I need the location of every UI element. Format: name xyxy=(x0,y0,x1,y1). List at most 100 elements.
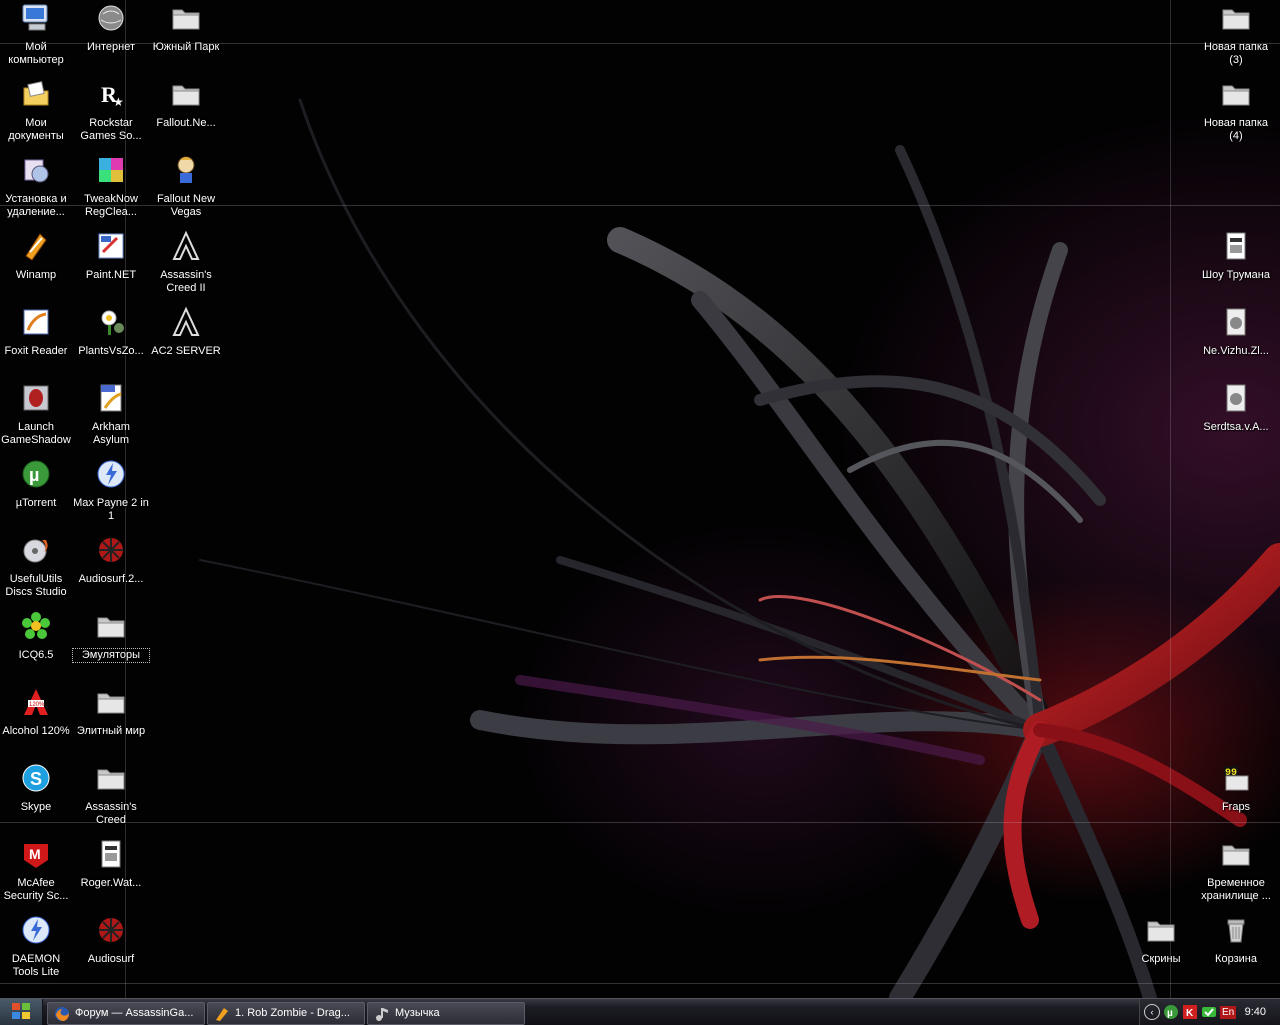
svg-text:S: S xyxy=(30,769,42,789)
utorrent-tray-icon[interactable]: µ xyxy=(1163,1004,1179,1020)
desktop-icon-skype[interactable]: S Skype xyxy=(0,760,74,832)
wallpaper xyxy=(199,98,1280,998)
desktop-icon-emulators-folder[interactable]: Эмуляторы xyxy=(72,608,150,680)
video-file-icon xyxy=(1220,230,1252,262)
desktop-icon-screenshots-folder[interactable]: Скрины xyxy=(1123,912,1199,984)
icon-label: Ne.Vizhu.Zl... xyxy=(1203,345,1269,357)
desktop-icon-utorrent[interactable]: µ µTorrent xyxy=(0,456,74,528)
desktop-icon-max-payne-2[interactable]: Max Payne 2 in 1 xyxy=(73,456,149,528)
desktop-icon-recycle-bin[interactable]: Корзина xyxy=(1198,912,1274,984)
daemon-tools-icon xyxy=(20,914,52,946)
desktop-icon-assassins-creed-folder[interactable]: Assassin's Creed xyxy=(73,760,149,832)
icon-label: µTorrent xyxy=(15,497,57,509)
assassins-creed-icon xyxy=(170,306,202,338)
assassins-creed-icon xyxy=(170,230,202,262)
desktop-icon-my-computer[interactable]: Мой компьютер xyxy=(0,0,74,72)
icon-label: DAEMON Tools Lite xyxy=(11,953,61,978)
kaspersky-tray-icon[interactable]: K xyxy=(1182,1004,1198,1020)
icon-label: Audiosurf xyxy=(87,953,135,965)
network-tray-icon[interactable] xyxy=(1201,1004,1217,1020)
desktop-icon-fraps[interactable]: 99 Fraps xyxy=(1198,760,1274,832)
desktop-icon-folder[interactable]: Южный Парк xyxy=(148,0,224,72)
desktop-icon-internet[interactable]: Интернет xyxy=(73,0,149,72)
desktop-icon-alcohol-120[interactable]: 120% Alcohol 120% xyxy=(0,684,74,756)
desktop-icon-media-file[interactable]: Ne.Vizhu.Zl... xyxy=(1198,304,1274,376)
desktop-icon-my-documents[interactable]: Мои документы xyxy=(0,76,74,148)
folder-icon xyxy=(170,2,202,34)
desktop-icon-folder[interactable]: Fallout.Ne... xyxy=(148,76,224,148)
desktop-icon-plants-vs-zombies[interactable]: PlantsVsZo... xyxy=(73,304,149,376)
desktop-icon-video-file[interactable]: Шоу Трумана xyxy=(1198,228,1274,300)
desktop-icon-audiosurf-2[interactable]: Audiosurf.2... xyxy=(73,532,149,604)
icon-label: Временное хранилище ... xyxy=(1201,877,1271,902)
desktop-icon-rockstar[interactable]: R ★ Rockstar Games So... xyxy=(73,76,149,148)
desktop-icon-elite-world-folder[interactable]: Элитный мир xyxy=(73,684,149,756)
desktop-icon-daemon-tools[interactable]: DAEMON Tools Lite xyxy=(0,912,74,984)
desktop-icon-audiosurf[interactable]: Audiosurf xyxy=(73,912,149,984)
icon-label: Assassin's Creed II xyxy=(160,269,212,294)
icon-label: PlantsVsZo... xyxy=(78,345,144,357)
desktop[interactable]: Мой компьютер Интернет Южный Парк Новая … xyxy=(0,0,1280,998)
icon-label: McAfee Security Sc... xyxy=(3,877,69,902)
folder-icon xyxy=(1220,78,1252,110)
taskbar-button-firefox-forum[interactable]: Форум — AssassinGa... xyxy=(47,1002,205,1025)
desktop-icon-media-file[interactable]: Serdtsa.v.A... xyxy=(1198,380,1274,452)
svg-text:µ: µ xyxy=(1167,1008,1173,1019)
clock[interactable]: 9:40 xyxy=(1245,1006,1266,1018)
desktop-icon-foxit-reader[interactable]: Foxit Reader xyxy=(0,304,74,376)
desktop-icon-launch-gameshadow[interactable]: Launch GameShadow xyxy=(0,380,74,452)
desktop-icon-ac2-server[interactable]: AC2 SERVER xyxy=(148,304,224,376)
music-folder-icon xyxy=(374,1006,390,1022)
folder-icon xyxy=(95,686,127,718)
winamp-icon xyxy=(20,230,52,262)
icon-label: AC2 SERVER xyxy=(151,345,221,357)
pdf-shortcut-icon xyxy=(95,382,127,414)
icon-label: Мои документы xyxy=(8,117,64,142)
internet-icon xyxy=(95,2,127,34)
desktop-icon-winamp[interactable]: Winamp xyxy=(0,228,74,300)
alcohol-icon: 120% xyxy=(20,686,52,718)
language-indicator[interactable]: En xyxy=(1220,1005,1237,1019)
icon-label: Assassin's Creed xyxy=(85,801,137,826)
icon-label: Roger.Wat... xyxy=(80,877,142,889)
start-button[interactable] xyxy=(0,999,43,1025)
icon-label: Эмуляторы xyxy=(72,648,150,663)
icon-label: Paint.NET xyxy=(85,269,137,281)
taskbar-button-label: 1. Rob Zombie - Drag... xyxy=(235,1007,350,1019)
icon-label: Skype xyxy=(20,801,52,813)
icon-label: Fallout.Ne... xyxy=(156,117,216,129)
gameshadow-icon xyxy=(20,382,52,414)
folder-icon xyxy=(95,610,127,642)
system-tray: ‹ µ K En 9:40 xyxy=(1139,999,1280,1025)
desktop-icon-usefulutils-discs-studio[interactable]: UsefulUtils Discs Studio xyxy=(0,532,74,604)
desktop-icon-mcafee[interactable]: M McAfee Security Sc... xyxy=(0,836,74,908)
desktop-icon-folder[interactable]: Новая папка (4) xyxy=(1198,76,1274,148)
taskbar-button-winamp[interactable]: 1. Rob Zombie - Drag... xyxy=(207,1002,365,1025)
desktop-icon-paint-net[interactable]: Paint.NET xyxy=(73,228,149,300)
icon-label: Шоу Трумана xyxy=(1202,269,1270,281)
desktop-icon-temp-storage-folder[interactable]: Временное хранилище ... xyxy=(1198,836,1274,908)
show-hidden-icons-chevron[interactable]: ‹ xyxy=(1144,1004,1160,1020)
folder-icon xyxy=(1220,838,1252,870)
mcafee-icon: M xyxy=(20,838,52,870)
icon-label: Serdtsa.v.A... xyxy=(1203,421,1269,433)
desktop-icon-assassins-creed-2[interactable]: Assassin's Creed II xyxy=(148,228,224,300)
icon-label: Arkham Asylum xyxy=(92,421,130,446)
my-computer-icon xyxy=(20,2,52,34)
skype-icon: S xyxy=(20,762,52,794)
icon-label: Южный Парк xyxy=(152,41,220,53)
taskbar-button-music-folder[interactable]: Музычка xyxy=(367,1002,525,1025)
my-documents-icon xyxy=(20,78,52,110)
icon-label: Fraps xyxy=(1221,801,1251,813)
plants-vs-zombies-icon xyxy=(95,306,127,338)
desktop-icon-add-remove-programs[interactable]: Установка и удаление... xyxy=(0,152,74,224)
desktop-icon-tweaknow[interactable]: TweakNow RegClea... xyxy=(73,152,149,224)
desktop-icon-icq[interactable]: ICQ6.5 xyxy=(0,608,74,680)
desktop-icon-arkham-asylum[interactable]: Arkham Asylum xyxy=(73,380,149,452)
desktop-icon-folder[interactable]: Новая папка (3) xyxy=(1198,0,1274,72)
audiosurf-icon xyxy=(95,534,127,566)
desktop-icon-video-file[interactable]: Roger.Wat... xyxy=(73,836,149,908)
icon-label: Скрины xyxy=(1141,953,1181,965)
desktop-icon-fallout-new-vegas[interactable]: Fallout New Vegas xyxy=(148,152,224,224)
winamp-icon xyxy=(214,1006,230,1022)
